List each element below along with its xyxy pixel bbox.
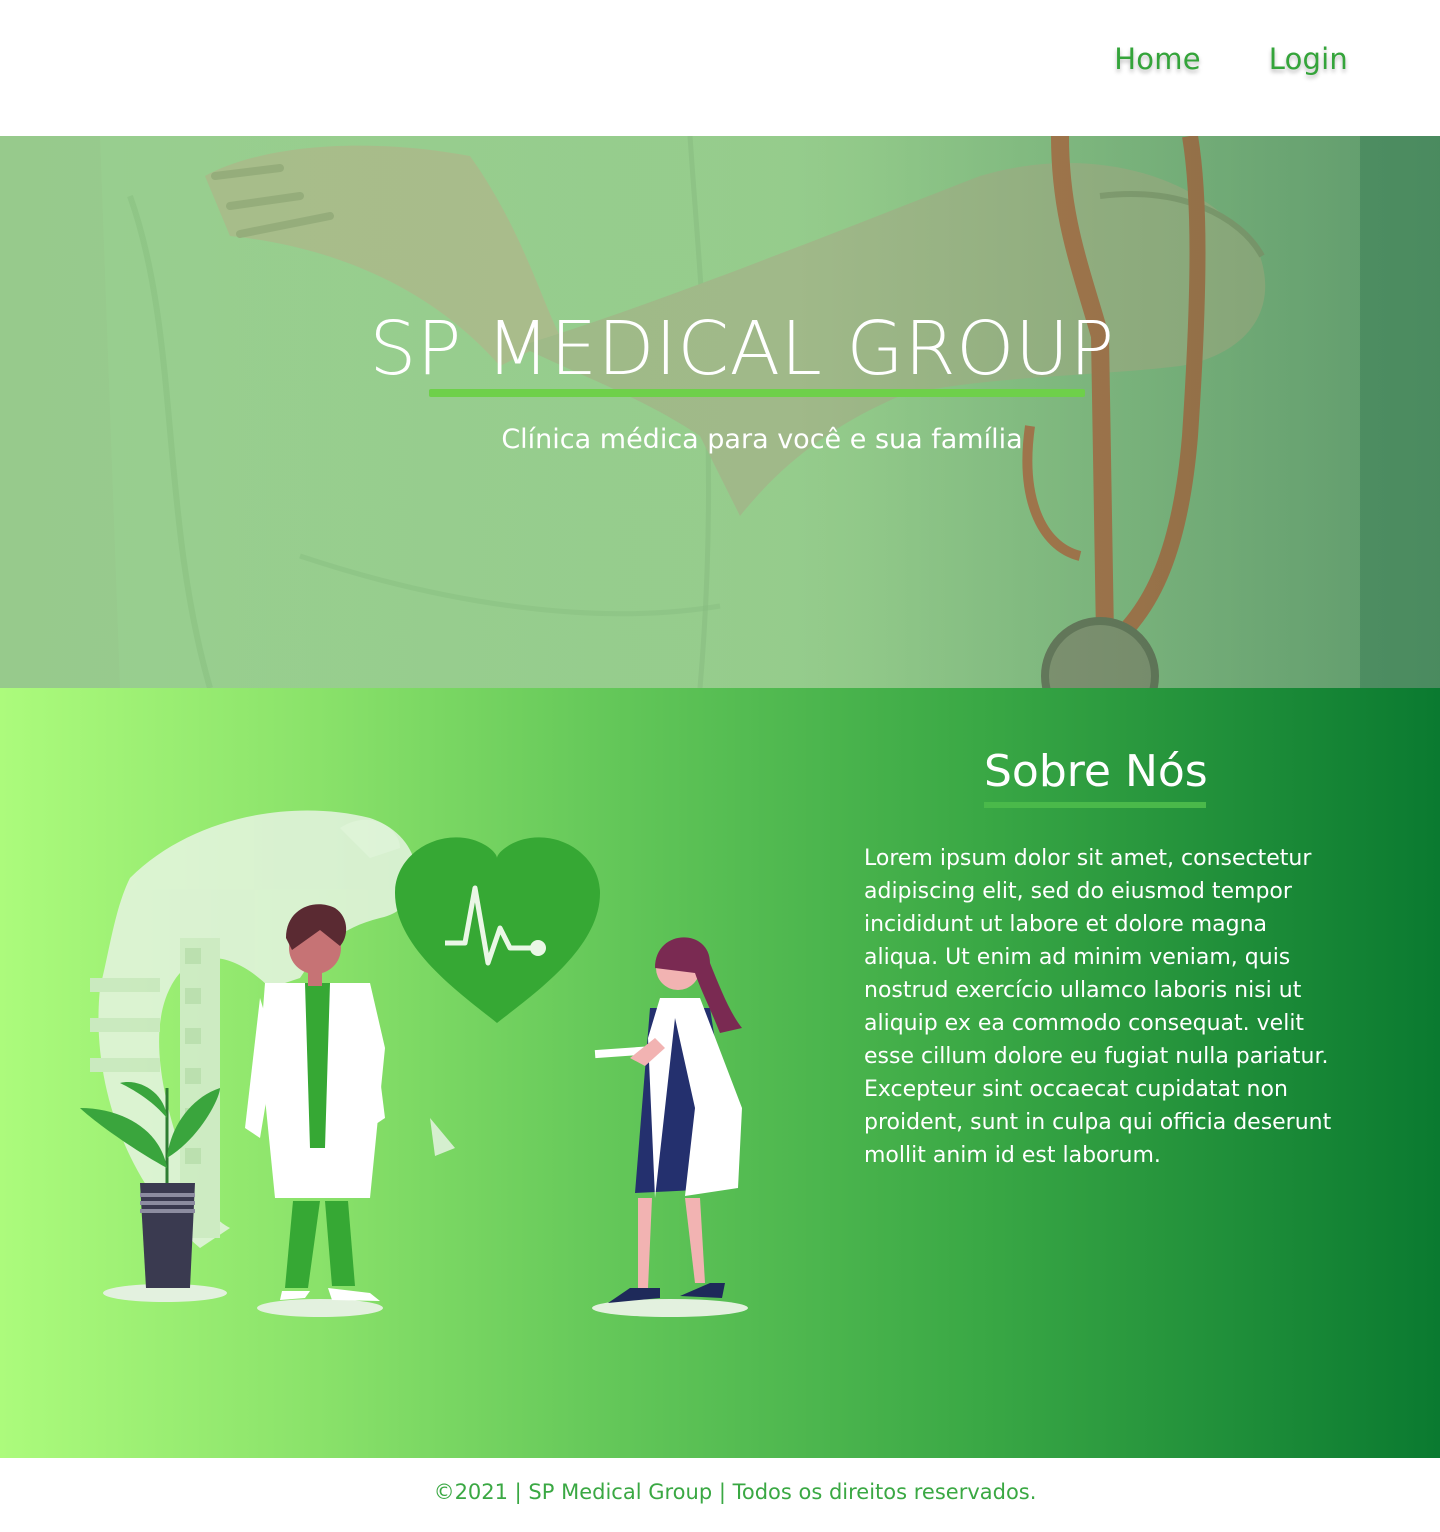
site-header: Home Login <box>0 0 1440 136</box>
site-footer: ©2021 | SP Medical Group | Todos os dire… <box>0 1458 1440 1532</box>
doctors-illustration <box>80 810 748 1317</box>
nav-login-link[interactable]: Login <box>1269 42 1348 76</box>
about-title: Sobre Nós <box>984 746 1208 797</box>
main-nav: Home Login <box>1114 42 1348 76</box>
hero-title: SP MEDICAL GROUP <box>369 306 1115 392</box>
about-section: Sobre Nós Lorem ipsum dolor sit amet, co… <box>0 688 1440 1458</box>
hero-banner: SP MEDICAL GROUP Clínica médica para voc… <box>0 136 1440 688</box>
hero-title-underline <box>429 389 1085 397</box>
female-doctor-figure <box>592 937 748 1317</box>
nav-home-link[interactable]: Home <box>1114 42 1200 76</box>
about-title-underline <box>984 802 1206 808</box>
hero-green-overlay <box>0 136 1440 688</box>
hero-subtitle: Clínica médica para você e sua família <box>501 424 1023 455</box>
about-description: Lorem ipsum dolor sit amet, consectetur … <box>864 846 1332 1168</box>
footer-copyright: ©2021 | SP Medical Group | Todos os dire… <box>433 1480 1037 1504</box>
